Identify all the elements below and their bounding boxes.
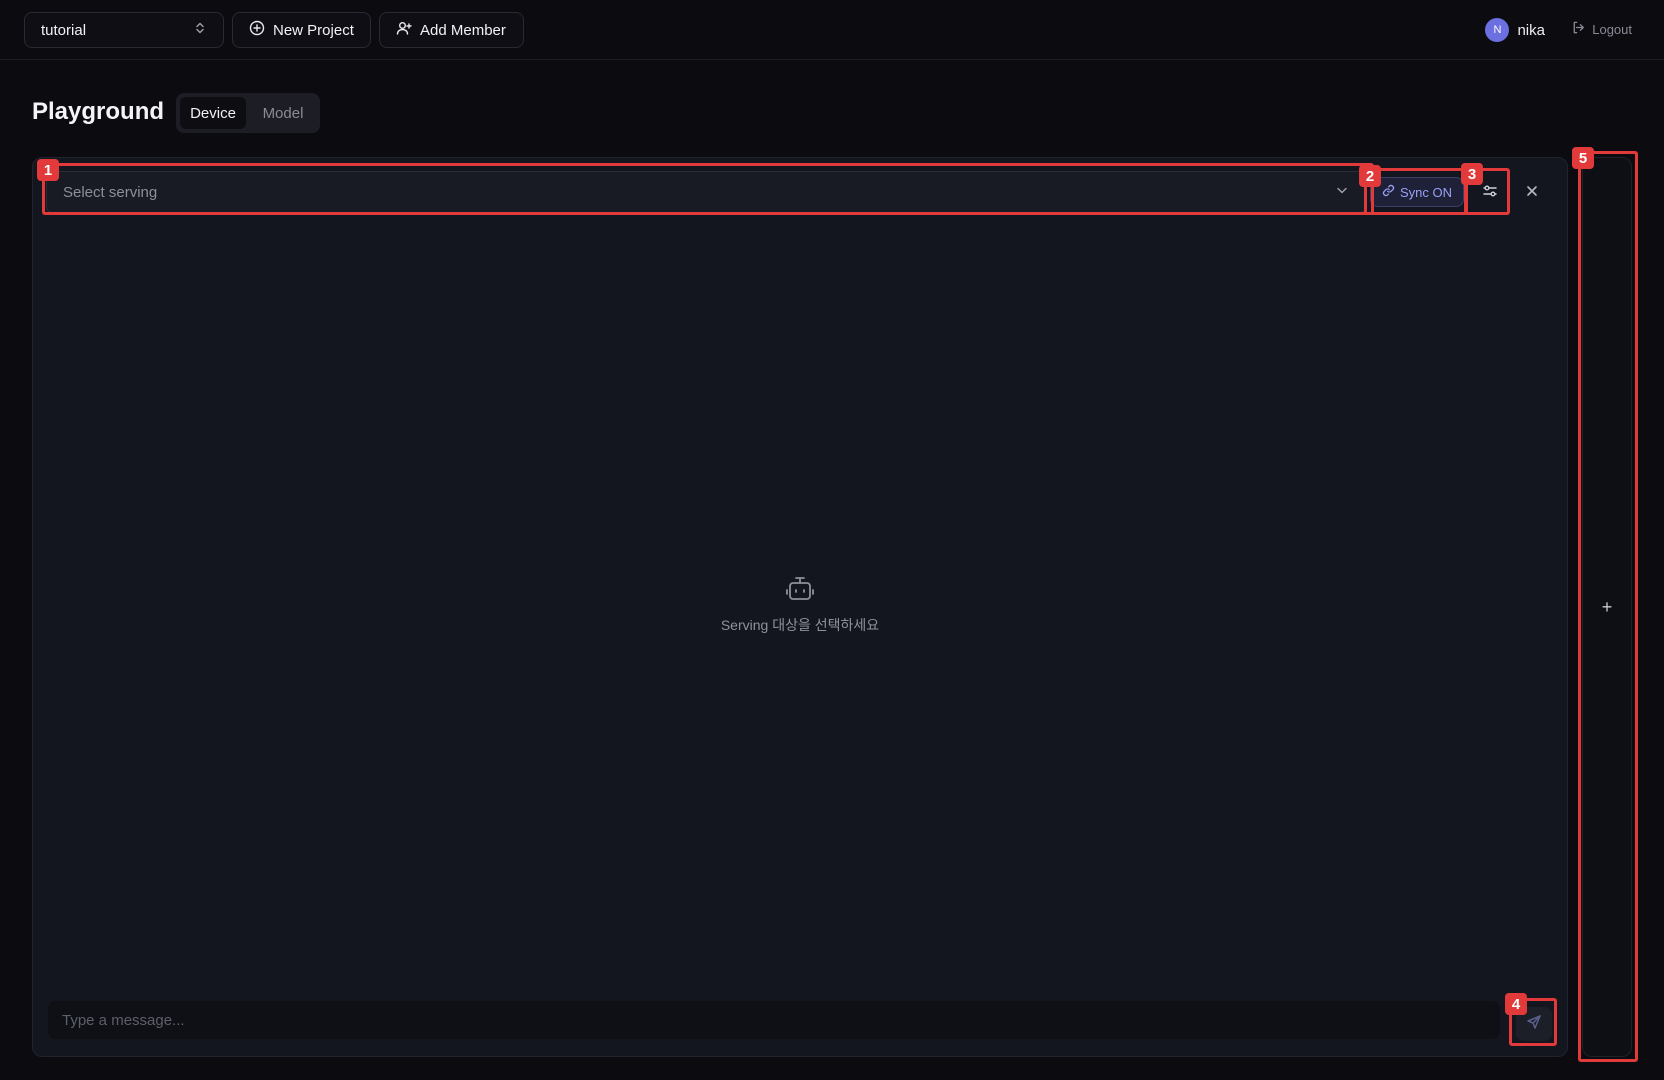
close-panel-button[interactable] bbox=[1517, 178, 1547, 208]
serving-select[interactable]: Select serving bbox=[46, 171, 1366, 213]
annotation-badge-1: 1 bbox=[37, 159, 59, 181]
close-icon bbox=[1525, 184, 1539, 203]
annotation-badge-2: 2 bbox=[1359, 165, 1381, 187]
logout-label: Logout bbox=[1592, 21, 1632, 37]
empty-state: Serving 대상을 선택하세요 bbox=[650, 576, 950, 635]
user-name: nika bbox=[1517, 21, 1545, 39]
empty-state-text: Serving 대상을 선택하세요 bbox=[720, 617, 880, 633]
add-panel-column[interactable]: + bbox=[1582, 157, 1632, 1057]
add-member-label: Add Member bbox=[420, 21, 506, 39]
user-menu[interactable]: N nika bbox=[1485, 18, 1545, 42]
robot-icon bbox=[785, 576, 815, 607]
sync-label: Sync ON bbox=[1399, 184, 1452, 200]
new-project-label: New Project bbox=[273, 21, 354, 39]
sliders-icon bbox=[1482, 183, 1498, 204]
avatar: N bbox=[1485, 18, 1510, 42]
plus-icon: + bbox=[1601, 596, 1613, 617]
page-title: Playground bbox=[32, 98, 165, 125]
message-input[interactable] bbox=[48, 1001, 1500, 1039]
plus-circle-icon bbox=[249, 20, 265, 40]
user-plus-icon bbox=[396, 20, 412, 40]
project-select[interactable]: tutorial bbox=[24, 12, 224, 48]
message-bar bbox=[48, 1001, 1500, 1039]
sync-button[interactable]: Sync ON bbox=[1370, 177, 1464, 207]
tab-model[interactable]: Model bbox=[250, 97, 316, 129]
chevron-down-icon bbox=[1335, 183, 1349, 201]
annotation-badge-4: 4 bbox=[1505, 993, 1527, 1015]
logout-button[interactable]: Logout bbox=[1571, 20, 1632, 38]
annotation-badge-3: 3 bbox=[1461, 163, 1483, 185]
logout-icon bbox=[1571, 20, 1586, 38]
mode-tabs: Device Model bbox=[176, 93, 320, 133]
serving-select-placeholder: Select serving bbox=[63, 183, 158, 201]
top-bar: tutorial New Project Add Member N nika L… bbox=[0, 0, 1664, 60]
link-icon bbox=[1382, 184, 1395, 200]
add-member-button[interactable]: Add Member bbox=[379, 12, 524, 48]
project-select-value: tutorial bbox=[41, 21, 87, 39]
new-project-button[interactable]: New Project bbox=[232, 12, 371, 48]
tab-device[interactable]: Device bbox=[180, 97, 246, 129]
annotation-badge-5: 5 bbox=[1572, 147, 1594, 169]
send-icon bbox=[1526, 1014, 1542, 1035]
chevron-up-down-icon bbox=[193, 21, 207, 39]
